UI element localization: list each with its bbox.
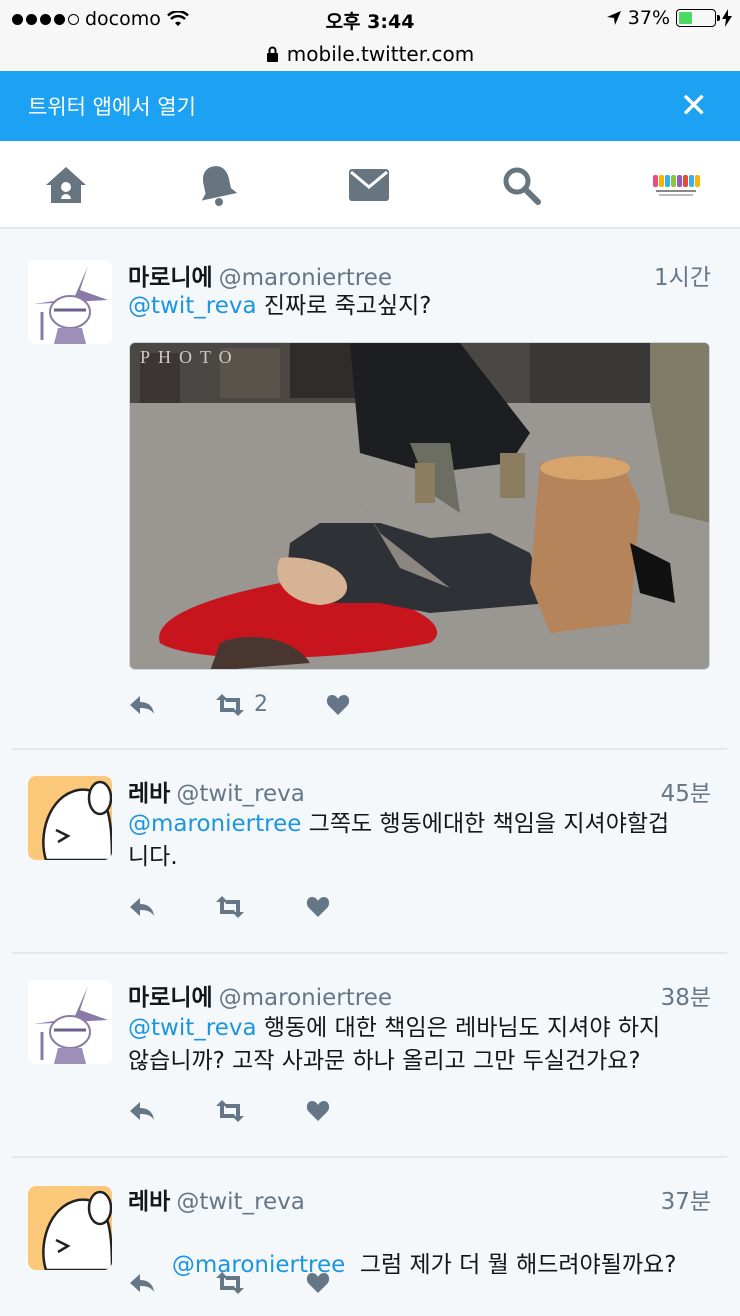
like-button[interactable] — [326, 694, 350, 716]
heart-icon — [306, 1273, 330, 1293]
heart-icon — [326, 694, 350, 715]
user-handle[interactable]: @twit_reva — [176, 781, 305, 807]
tweet-text: @twit_reva 진짜로 죽고싶지? — [128, 290, 711, 323]
tweet-timestamp[interactable]: 1시간 — [654, 258, 711, 292]
retweet-button[interactable] — [214, 1100, 306, 1122]
tweet-header: 마로니에 @maroniertree 1시간 — [128, 258, 711, 292]
top-navigation — [0, 141, 740, 229]
avatar[interactable] — [28, 1186, 112, 1270]
url-bar[interactable]: mobile.twitter.com — [0, 36, 740, 71]
tweet-header: 레바 @twit_reva 45분 — [128, 774, 711, 808]
tweet[interactable]: 마로니에 @maroniertree 38분 @twit_reva 행동에 대한 … — [12, 954, 727, 1158]
display-name[interactable]: 마로니에 — [128, 265, 213, 291]
url-text: mobile.twitter.com — [286, 41, 475, 66]
reply-icon — [130, 1102, 154, 1120]
tweet-actions: 2 — [128, 692, 350, 717]
retweet-button[interactable] — [214, 896, 306, 918]
charging-bolt-icon — [722, 9, 732, 27]
reply-icon — [130, 898, 154, 916]
mention-link[interactable]: @twit_reva — [128, 293, 257, 319]
tweet-body: 진짜로 죽고싶지? — [256, 293, 432, 319]
avatar[interactable] — [28, 980, 112, 1064]
tweet-body-line1: 행동에 대한 책임은 레바님도 지셔야 하지 — [256, 1015, 661, 1041]
tweet-actions — [128, 896, 330, 918]
tweet-timestamp[interactable]: 45분 — [661, 774, 711, 808]
timeline: 마로니에 @maroniertree 1시간 @twit_reva 진짜로 죽고싶… — [12, 232, 727, 1316]
reply-icon — [130, 695, 154, 714]
tweet-actions — [128, 1272, 330, 1294]
profile-avatar[interactable] — [647, 161, 705, 209]
retweet-icon — [216, 693, 244, 716]
tweet-media-photo[interactable]: PHOTO — [129, 342, 710, 670]
tweet[interactable]: 레바 @twit_reva 37분 @maroniertree 그럼 제가 더 뭘… — [12, 1158, 727, 1316]
retweet-icon — [216, 1100, 244, 1122]
user-handle[interactable]: @twit_reva — [176, 1189, 305, 1215]
status-right: 37% — [606, 7, 732, 29]
tweet-body-line2: 니다. — [128, 844, 178, 870]
reply-button[interactable] — [128, 896, 214, 918]
location-arrow-icon — [606, 11, 621, 25]
heart-icon — [306, 897, 330, 917]
display-name[interactable]: 레바 — [128, 1189, 170, 1215]
like-button[interactable] — [306, 896, 330, 918]
like-button[interactable] — [306, 1100, 330, 1122]
user-handle[interactable]: @maroniertree — [219, 265, 392, 291]
mention-link[interactable]: @maroniertree — [128, 811, 301, 837]
tweet[interactable]: 마로니에 @maroniertree 1시간 @twit_reva 진짜로 죽고싶… — [12, 232, 727, 750]
search-icon[interactable] — [497, 161, 545, 209]
close-icon[interactable]: ✕ — [680, 89, 709, 123]
tweet-header: 마로니에 @maroniertree 38분 — [128, 978, 711, 1012]
lock-icon — [266, 46, 278, 62]
battery-percent: 37% — [627, 7, 670, 29]
battery-icon — [676, 9, 720, 27]
reply-button[interactable] — [128, 694, 214, 716]
tweet-body-line1: 그쪽도 행동에대한 책임을 지셔야할겁 — [301, 811, 670, 837]
tweet-header: 레바 @twit_reva 37분 — [128, 1182, 711, 1216]
retweet-button[interactable]: 2 — [214, 692, 326, 717]
tweet-body-line2: 않습니까? 고작 사과문 하나 올리고 그만 두실건가요? — [128, 1048, 641, 1074]
retweet-count: 2 — [254, 692, 268, 717]
retweet-icon — [216, 896, 244, 918]
notifications-bell-icon[interactable] — [193, 161, 241, 209]
retweet-button[interactable] — [214, 1272, 306, 1294]
avatar[interactable] — [28, 260, 112, 344]
tweet-text: @maroniertree 그럼 제가 더 뭘 해드려야될까요? — [128, 1216, 711, 1315]
svg-text:PHOTO: PHOTO — [140, 347, 240, 367]
retweet-icon — [216, 1272, 244, 1294]
open-in-app-text[interactable]: 트위터 앱에서 열기 — [28, 91, 196, 121]
reply-icon — [130, 1274, 154, 1292]
display-name[interactable]: 레바 — [128, 781, 170, 807]
tweet[interactable]: 레바 @twit_reva 45분 @maroniertree 그쪽도 행동에대한… — [12, 750, 727, 954]
reply-button[interactable] — [128, 1272, 214, 1294]
reply-button[interactable] — [128, 1100, 214, 1122]
user-handle[interactable]: @maroniertree — [219, 985, 392, 1011]
messages-envelope-icon[interactable] — [345, 161, 393, 209]
tweet-body: 그럼 제가 더 뭘 해드려야될까요? — [345, 1252, 677, 1278]
tweet-actions — [128, 1100, 330, 1122]
avatar[interactable] — [28, 776, 112, 860]
tweet-text: @maroniertree 그쪽도 행동에대한 책임을 지셔야할겁 니다. — [128, 808, 711, 874]
tweet-timestamp[interactable]: 38분 — [661, 978, 711, 1012]
heart-icon — [306, 1101, 330, 1121]
tweet-text: @twit_reva 행동에 대한 책임은 레바님도 지셔야 하지 않습니까? … — [128, 1012, 711, 1078]
open-in-app-banner[interactable]: 트위터 앱에서 열기 ✕ — [0, 71, 740, 141]
like-button[interactable] — [306, 1272, 330, 1294]
home-icon[interactable] — [42, 161, 90, 209]
status-bar: docomo 오후 3:44 37% — [0, 0, 740, 36]
display-name[interactable]: 마로니에 — [128, 985, 213, 1011]
tweet-timestamp[interactable]: 37분 — [661, 1182, 711, 1216]
mention-link[interactable]: @twit_reva — [128, 1015, 257, 1041]
